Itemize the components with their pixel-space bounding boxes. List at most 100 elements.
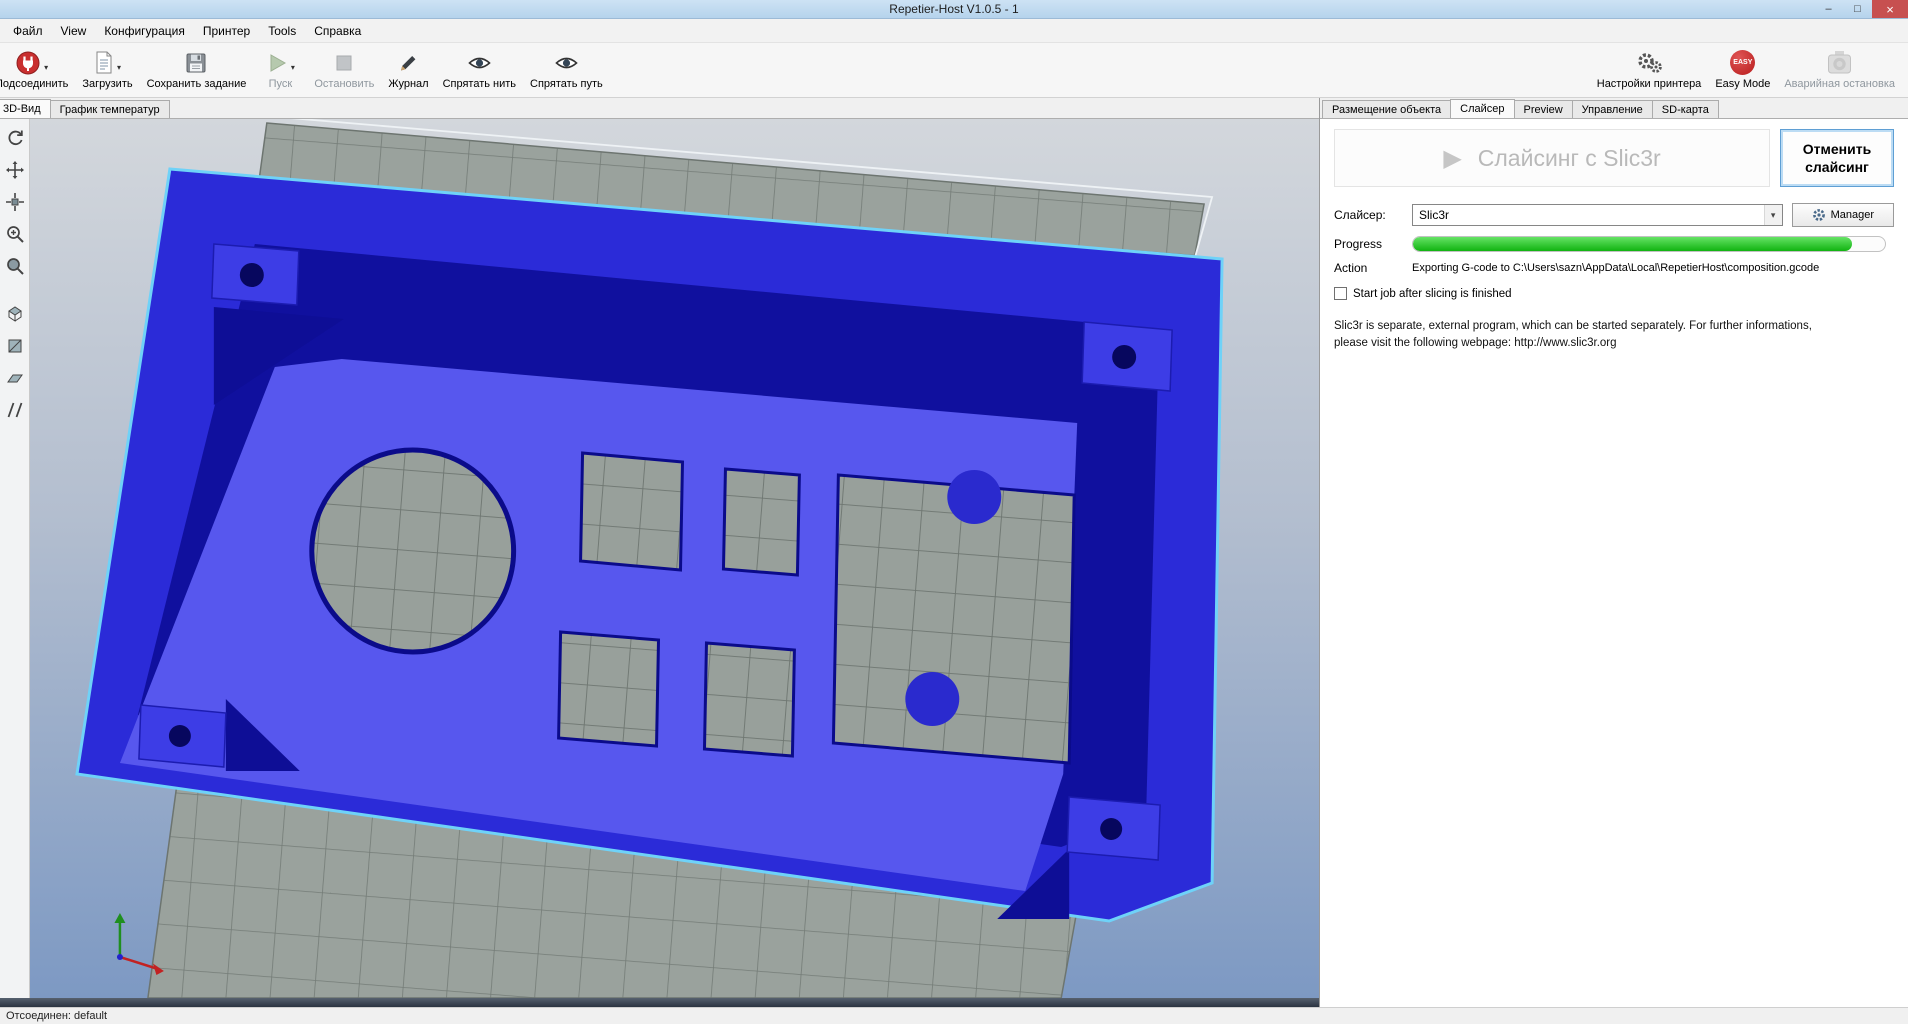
- right-tabs: Размещение объекта Слайсер Preview Управ…: [1320, 98, 1908, 119]
- gear-icon: [1812, 208, 1826, 222]
- chevron-down-icon[interactable]: ▾: [117, 63, 121, 72]
- start-job-checkbox-label: Start job after slicing is finished: [1353, 288, 1512, 300]
- menu-item-tools[interactable]: Tools: [259, 20, 305, 42]
- view-tabs: 3D-Вид График температур: [0, 98, 1319, 119]
- tab-sd-card[interactable]: SD-карта: [1652, 100, 1719, 118]
- save-floppy-icon: [185, 52, 207, 74]
- connect-label: Подсоединить: [0, 78, 68, 90]
- menu-bar: Файл View Конфигурация Принтер Tools Спр…: [0, 19, 1908, 43]
- play-icon: ▶: [1443, 144, 1461, 173]
- tab-control[interactable]: Управление: [1572, 100, 1653, 118]
- cancel-slicing-button[interactable]: Отменить слайсинг: [1780, 129, 1894, 187]
- progress-label: Progress: [1334, 237, 1412, 251]
- magnifier-icon: [5, 256, 25, 276]
- boss-notch: [905, 672, 959, 726]
- easy-mode-button[interactable]: EASY Easy Mode: [1708, 44, 1777, 95]
- hide-travel-button[interactable]: Спрятать путь: [523, 44, 610, 95]
- window-title: Repetier-Host V1.0.5 - 1: [889, 2, 1018, 16]
- measure-button[interactable]: [2, 395, 28, 424]
- move-object-button[interactable]: [2, 187, 28, 216]
- printer-settings-button[interactable]: Настройки принтера: [1590, 44, 1709, 95]
- zoom-button[interactable]: [2, 219, 28, 248]
- stop-button: Остановить: [307, 44, 381, 95]
- progress-fill: [1413, 237, 1852, 251]
- start-label: Пуск: [269, 78, 293, 90]
- move-view-button[interactable]: [2, 155, 28, 184]
- printer-settings-label: Настройки принтера: [1597, 78, 1702, 90]
- eye-icon: [554, 52, 579, 74]
- load-button[interactable]: ▾ Загрузить: [75, 44, 139, 95]
- chevron-down-icon[interactable]: ▾: [44, 63, 48, 72]
- view-area: [0, 119, 1319, 998]
- window-controls: – □ ×: [1814, 0, 1908, 18]
- connect-icon: [15, 50, 41, 76]
- stop-label: Остановить: [314, 78, 374, 90]
- viewport[interactable]: [30, 119, 1319, 998]
- slicer-select-value: Slic3r: [1419, 208, 1449, 222]
- status-connection: Отсоединен: default: [6, 1010, 107, 1022]
- tab-slicer[interactable]: Слайсер: [1450, 99, 1514, 118]
- view-toolbar: [0, 119, 30, 998]
- tab-object-placement[interactable]: Размещение объекта: [1322, 100, 1451, 118]
- rotate-view-button[interactable]: [2, 123, 28, 152]
- emergency-stop-button: Аварийная остановка: [1777, 44, 1902, 95]
- chevron-down-icon: ▾: [291, 63, 295, 72]
- view-top-button[interactable]: [2, 363, 28, 392]
- log-button[interactable]: Журнал: [381, 44, 435, 95]
- slice-button: ▶ Слайсинг с Slic3r: [1334, 129, 1770, 187]
- view-front-button[interactable]: [2, 331, 28, 360]
- hide-filament-button[interactable]: Спрятать нить: [436, 44, 523, 95]
- save-job-button[interactable]: Сохранить задание: [140, 44, 254, 95]
- start-job-checkbox-row[interactable]: Start job after slicing is finished: [1334, 287, 1894, 300]
- slicer-label: Слайсер:: [1334, 208, 1412, 222]
- hide-filament-label: Спрятать нить: [443, 78, 516, 90]
- manager-label: Manager: [1831, 209, 1874, 221]
- status-bar: Отсоединен: default: [0, 1007, 1908, 1024]
- menu-item-printer[interactable]: Принтер: [194, 20, 259, 42]
- menu-item-config[interactable]: Конфигурация: [95, 20, 194, 42]
- minimize-button[interactable]: –: [1814, 0, 1843, 18]
- tab-3d-view[interactable]: 3D-Вид: [0, 99, 51, 118]
- manager-button[interactable]: Manager: [1792, 203, 1894, 227]
- maximize-button[interactable]: □: [1843, 0, 1872, 18]
- slicer-panel: ▶ Слайсинг с Slic3r Отменить слайсинг Сл…: [1320, 119, 1908, 361]
- main-area: 3D-Вид График температур: [0, 98, 1908, 1007]
- slice-button-label: Слайсинг с Slic3r: [1478, 145, 1661, 172]
- title-bar: Repetier-Host V1.0.5 - 1 – □ ×: [0, 0, 1908, 19]
- front-view-icon: [5, 336, 25, 356]
- menu-item-help[interactable]: Справка: [305, 20, 370, 42]
- eye-icon: [467, 52, 492, 74]
- zoom-area-button[interactable]: [2, 251, 28, 280]
- progress-bar: [1412, 236, 1886, 252]
- rotate-icon: [5, 128, 25, 148]
- view-column: 3D-Вид График температур: [0, 98, 1319, 1007]
- hide-travel-label: Спрятать путь: [530, 78, 603, 90]
- easy-mode-label: Easy Mode: [1715, 78, 1770, 90]
- emergency-stop-label: Аварийная остановка: [1784, 78, 1895, 90]
- load-label: Загрузить: [82, 78, 132, 90]
- pencil-icon: [397, 52, 419, 74]
- menu-item-view[interactable]: View: [52, 20, 96, 42]
- chevron-down-icon[interactable]: ▾: [1764, 205, 1782, 225]
- 3d-scene[interactable]: [30, 119, 1319, 998]
- slicer-select[interactable]: Slic3r ▾: [1412, 204, 1783, 226]
- connect-button[interactable]: ▾ Подсоединить: [0, 44, 75, 95]
- stop-icon: [333, 52, 355, 74]
- close-button[interactable]: ×: [1872, 0, 1908, 18]
- tab-temperature-graph[interactable]: График температур: [50, 100, 170, 118]
- gears-icon: [1635, 51, 1663, 75]
- move-object-icon: [5, 192, 25, 212]
- move-arrows-icon: [5, 160, 25, 180]
- start-job-checkbox[interactable]: [1334, 287, 1347, 300]
- log-splitter[interactable]: [0, 998, 1319, 1007]
- slashes-icon: [5, 400, 25, 420]
- view-iso-button[interactable]: [2, 299, 28, 328]
- boss-notch: [947, 470, 1001, 524]
- right-panel: Размещение объекта Слайсер Preview Управ…: [1319, 98, 1908, 1007]
- main-toolbar: ▾ Подсоединить ▾ Загрузить Сохранить зад…: [0, 43, 1908, 98]
- action-label: Action: [1334, 261, 1412, 275]
- menu-item-file[interactable]: Файл: [4, 20, 52, 42]
- action-text: Exporting G-code to C:\Users\sazn\AppDat…: [1412, 262, 1819, 274]
- tab-preview[interactable]: Preview: [1514, 100, 1573, 118]
- top-view-icon: [5, 368, 25, 388]
